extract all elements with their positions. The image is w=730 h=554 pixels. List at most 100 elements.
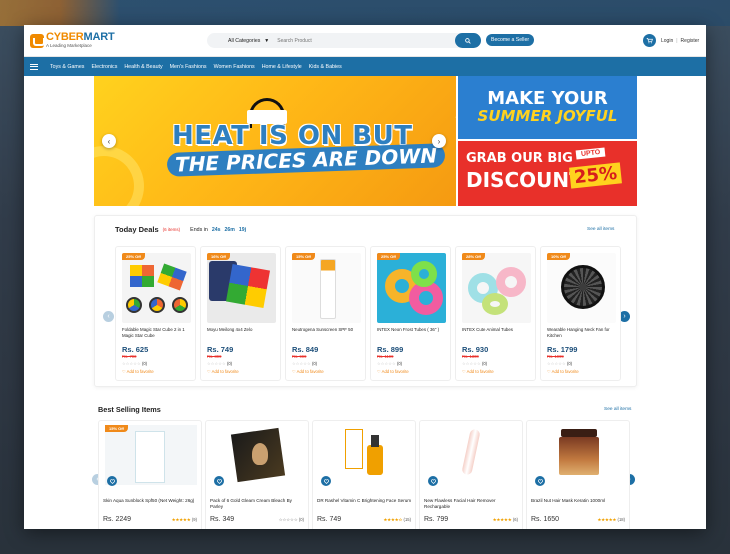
original-price: Rs. 1199 [377, 354, 394, 359]
see-all-deals-link[interactable]: See all items [587, 227, 614, 232]
add-to-favorite-link[interactable]: ♡ Add to favorite [462, 369, 494, 374]
product-name: Brazil Nut Hair Mask Keratin 1000ml [531, 498, 606, 503]
product-image: 28% Off [462, 253, 531, 323]
palm-leaf-decoration [94, 146, 144, 206]
product-price: Rs. 625 [122, 345, 149, 354]
rating-stars: ☆☆☆☆☆ (0) [278, 517, 304, 522]
deal-card[interactable]: 10% Off Wearable Hanging Neck Fan for Ki… [540, 246, 621, 381]
rating-stars: ★★★★★ (9) [171, 517, 197, 522]
heart-icon [109, 478, 115, 484]
best-seller-card[interactable]: New Flawless Facial Hair Remover Recharg… [419, 420, 523, 529]
nav-electronics[interactable]: Electronics [91, 64, 117, 70]
add-to-favorite-link[interactable]: ♡ Add to favorite [377, 369, 409, 374]
timer-seconds: 24s [211, 226, 221, 233]
product-image: 15% Off [292, 253, 361, 323]
heart-icon [537, 478, 543, 484]
product-image: 25% Off [122, 253, 191, 323]
original-price: Rs. 899 [207, 354, 222, 359]
add-to-favorite-link[interactable]: ♡ Add to favorite [207, 369, 239, 374]
rating-stars: ☆☆☆☆☆ (0) [377, 361, 403, 366]
discount-badge: 10% Off [547, 253, 570, 260]
discount-badge: 25% Off [122, 253, 145, 260]
best-seller-card[interactable]: Brazil Nut Hair Mask Keratin 1000ml Rs. … [526, 420, 630, 529]
brand-logo[interactable]: CYBERMART A Leading Marketplace [30, 32, 115, 49]
deal-card[interactable]: 16% Off Moyu Meilong 4x4 Zelo Rs. 749 Rs… [200, 246, 281, 381]
timer-minutes: 26m [224, 226, 235, 233]
today-deals-section: Today Deals (6 items) Ends in 24s 26m 19… [94, 215, 637, 387]
chevron-right-icon: › [623, 313, 626, 320]
best-seller-card[interactable]: 15% Off Skin Aqua Sunblock Spf50 (Net We… [98, 420, 202, 529]
favorite-button[interactable] [428, 476, 438, 486]
nav-women-fashions[interactable]: Women Fashions [214, 64, 255, 70]
product-image [533, 425, 625, 485]
product-image: 25% Off [377, 253, 446, 323]
register-link[interactable]: Register [681, 38, 700, 44]
favorite-button[interactable] [107, 476, 117, 486]
add-to-favorite-link[interactable]: ♡ Add to favorite [122, 369, 154, 374]
discount-badge: 15% Off [105, 425, 128, 432]
favorite-button[interactable] [214, 476, 224, 486]
product-image: 15% Off [105, 425, 197, 485]
item-count: (6 items) [162, 227, 181, 232]
product-name: Neutrogena Sunscreen SPF 50 [292, 327, 354, 332]
product-price: Rs. 930 [462, 345, 489, 354]
category-nav: Toys & Games Electronics Health & Beauty… [24, 57, 706, 76]
product-name: Foldable Magic Star Cube 2 in 1 Magic St… [122, 327, 185, 338]
product-name: INTEX Neon Frost Tubes ( 36" ) [377, 327, 440, 332]
deal-card[interactable]: 25% Off INTEX Neon Frost Tubes ( 36" ) R… [370, 246, 451, 381]
cart-button[interactable] [643, 34, 656, 47]
site-header: CYBERMART A Leading Marketplace All Cate… [24, 25, 706, 57]
search-bar: All Categories ▼ [207, 33, 481, 48]
heart-icon [216, 478, 222, 484]
product-price: Rs. 1650 [531, 516, 560, 523]
rating-stars: ★★★★★ (6) [492, 517, 518, 522]
product-name: Skin Aqua Sunblock Spf50 (Net Weight: 26… [103, 498, 195, 503]
add-to-favorite-link[interactable]: ♡ Add to favorite [292, 369, 324, 374]
deal-card[interactable]: 28% Off INTEX Cute Animal Tubes Rs. 930 … [455, 246, 536, 381]
store-window: CYBERMART A Leading Marketplace All Cate… [24, 25, 706, 529]
heart-icon [430, 478, 436, 484]
menu-icon[interactable] [30, 63, 38, 70]
favorite-button[interactable] [535, 476, 545, 486]
heart-icon [323, 478, 329, 484]
product-price: Rs. 349 [210, 516, 235, 523]
original-price: Rs. 999 [292, 354, 307, 359]
search-icon [465, 37, 471, 44]
discount-badge: 16% Off [207, 253, 230, 260]
auth-links: Login | Register [661, 38, 699, 44]
nav-toys-games[interactable]: Toys & Games [50, 64, 84, 70]
promo-discount-line2: DISCOUNT [466, 168, 583, 192]
product-image: 16% Off [207, 253, 276, 323]
become-seller-button[interactable]: Become a Seller [486, 34, 535, 46]
product-price: Rs. 799 [424, 516, 449, 523]
add-to-favorite-link[interactable]: ♡ Add to favorite [547, 369, 579, 374]
product-name: DR Rashel Vitamin C Brightening Face Ser… [317, 498, 412, 503]
see-all-best-link[interactable]: See all items [604, 407, 631, 412]
auth-separator: | [676, 38, 678, 44]
deal-card[interactable]: 25% Off Foldable Magic Star Cube 2 in 1 … [115, 246, 196, 381]
login-link[interactable]: Login [661, 38, 673, 44]
nav-kids-babies[interactable]: Kids & Babies [309, 64, 342, 70]
product-name: Moyu Meilong 4x4 Zelo [207, 327, 253, 332]
product-price: Rs. 2249 [103, 516, 132, 523]
promo-summer[interactable]: MAKE YOUR SUMMER JOYFUL [458, 76, 637, 139]
banner-prev-button[interactable]: ‹ [102, 134, 116, 148]
banner-next-button[interactable]: › [432, 134, 446, 148]
favorite-button[interactable] [321, 476, 331, 486]
ends-in-label: Ends in [190, 226, 208, 233]
promo-discount-line1: GRAB OUR BIG [466, 151, 573, 166]
promo-discount[interactable]: GRAB OUR BIG DISCOUNT UPTO 25% [458, 141, 637, 206]
best-seller-card[interactable]: DR Rashel Vitamin C Brightening Face Ser… [312, 420, 416, 529]
rating-stars: ☆☆☆☆☆ (0) [292, 361, 318, 366]
deals-prev-button[interactable]: ‹ [103, 311, 114, 322]
nav-mens-fashions[interactable]: Men's Fashions [170, 64, 207, 70]
search-input[interactable] [277, 37, 448, 44]
deal-card[interactable]: 15% Off Neutrogena Sunscreen SPF 50 Rs. … [285, 246, 366, 381]
nav-home-lifestyle[interactable]: Home & Lifestyle [262, 64, 302, 70]
hero-slide[interactable]: HEAT IS ON BUT THE PRICES ARE DOWN ‹ › [94, 76, 456, 206]
best-seller-card[interactable]: Pack of 6 Gold Gleam Cream Bleach By Par… [205, 420, 309, 529]
nav-health-beauty[interactable]: Health & Beauty [124, 64, 162, 70]
product-image [426, 425, 518, 485]
search-button[interactable] [455, 33, 481, 48]
category-select[interactable]: All Categories ▼ [207, 38, 277, 44]
